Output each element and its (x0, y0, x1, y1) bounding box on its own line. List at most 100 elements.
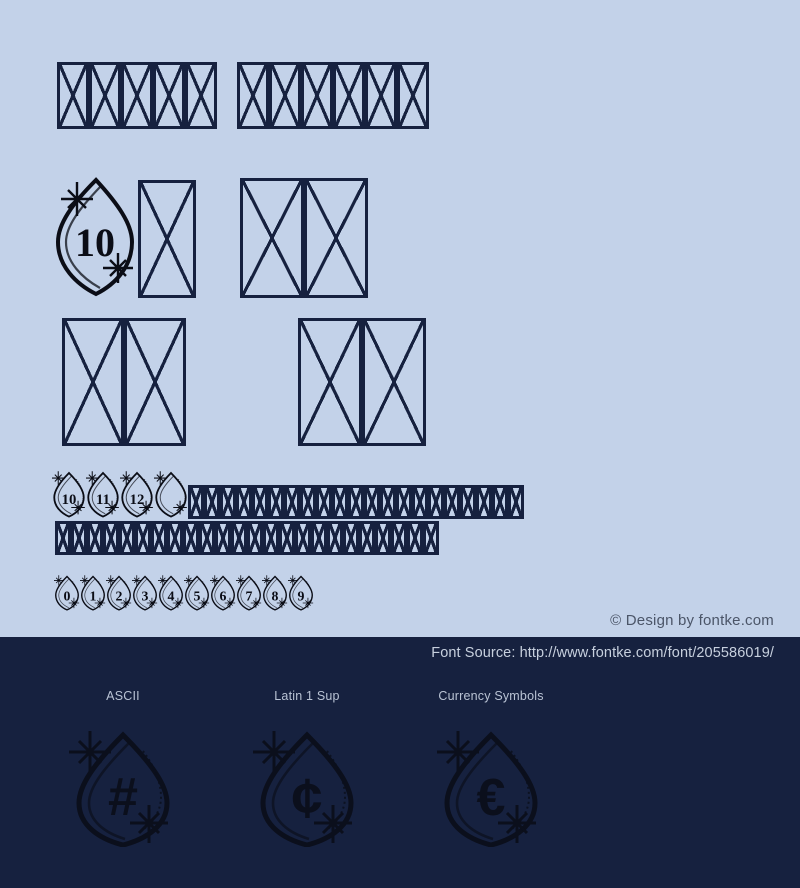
notdef-box (55, 521, 71, 555)
notdef-box (103, 521, 119, 555)
notdef-box (263, 521, 279, 555)
svg-text:8: 8 (272, 588, 279, 603)
notdef-box (124, 318, 186, 446)
notdef-box (295, 521, 311, 555)
notdef-box (365, 62, 397, 129)
svg-text:12: 12 (130, 492, 145, 508)
notdef-box (508, 485, 524, 519)
notdef-box (311, 521, 327, 555)
notdef-box (380, 485, 396, 519)
ornate-glyph-12: 12 (120, 470, 154, 519)
notdef-box (300, 485, 316, 519)
glyph-row-2: 10 (52, 174, 368, 298)
ornate-glyph-10: 10 (52, 470, 86, 519)
notdef-box (284, 485, 300, 519)
svg-text:9: 9 (298, 588, 305, 603)
sample-glyph-label: # (108, 767, 138, 827)
notdef-box-group (62, 318, 186, 446)
ornate-glyph-label: 10 (75, 220, 115, 265)
notdef-box (364, 485, 380, 519)
svg-text:3: 3 (142, 588, 149, 603)
sample-column: # (31, 727, 215, 847)
notdef-box (135, 521, 151, 555)
block-column: ASCII (31, 687, 215, 705)
ornate-glyph-4: 4 (158, 568, 184, 618)
block-label-latin-1-sup: Latin 1 Sup (274, 689, 340, 703)
notdef-box (71, 521, 87, 555)
ornate-glyph-1: 1 (80, 568, 106, 618)
sample-column: € (399, 727, 583, 847)
block-label-ascii: ASCII (106, 689, 140, 703)
unicode-block-samples: # ¢ € (0, 727, 800, 847)
notdef-box (396, 485, 412, 519)
font-source-link[interactable]: Font Source: http://www.fontke.com/font/… (431, 645, 774, 661)
notdef-box (183, 521, 199, 555)
unicode-block-labels: ASCII Latin 1 Sup Currency Symbols (0, 687, 800, 705)
ornate-glyph-7: 7 (236, 568, 262, 618)
ornate-glyph-5: 5 (184, 568, 210, 618)
notdef-box (231, 521, 247, 555)
notdef-box-group (188, 485, 524, 519)
ornate-hash-icon: # (69, 727, 177, 847)
svg-text:4: 4 (168, 588, 175, 603)
ornate-glyph-3: 3 (132, 568, 158, 618)
svg-text:5: 5 (194, 588, 201, 603)
notdef-box (220, 485, 236, 519)
notdef-box (423, 521, 439, 555)
notdef-box-group (57, 62, 217, 129)
ornate-glyph-6: 6 (210, 568, 236, 618)
notdef-box (348, 485, 364, 519)
notdef-box (167, 521, 183, 555)
ornate-glyph-9: 9 (288, 568, 314, 618)
ornate-digit-group: 0 1 2 3 4 5 6 7 8 9 (54, 568, 314, 618)
notdef-box (476, 485, 492, 519)
notdef-box (236, 485, 252, 519)
notdef-box (119, 521, 135, 555)
notdef-box-group (138, 180, 196, 298)
glyph-row-5 (55, 521, 439, 555)
glyph-row-3 (62, 318, 426, 446)
ornate-glyph-2: 2 (106, 568, 132, 618)
notdef-box (252, 485, 268, 519)
notdef-box-group (55, 521, 439, 555)
svg-text:0: 0 (64, 588, 71, 603)
svg-text:2: 2 (116, 588, 123, 603)
notdef-box (57, 62, 89, 129)
glyph-row-1 (57, 62, 429, 129)
notdef-box (316, 485, 332, 519)
notdef-box-group (237, 62, 429, 129)
svg-text:6: 6 (220, 588, 227, 603)
notdef-box (89, 62, 121, 129)
notdef-box (151, 521, 167, 555)
notdef-box (268, 485, 284, 519)
ornate-euro-icon: € (437, 727, 545, 847)
notdef-box (138, 180, 196, 298)
notdef-box (428, 485, 444, 519)
design-credit: © Design by fontke.com (610, 612, 774, 629)
notdef-box (327, 521, 343, 555)
ornate-glyph-0: 0 (54, 568, 80, 618)
font-specimen-page: 10 10 11 12 0 1 2 3 4 5 6 7 8 9 © Design… (0, 0, 800, 888)
sample-column: ¢ (215, 727, 399, 847)
notdef-box (332, 485, 348, 519)
ornate-cent-icon: ¢ (253, 727, 361, 847)
notdef-box (359, 521, 375, 555)
notdef-box (375, 521, 391, 555)
glyph-row-4: 10 11 12 (52, 470, 524, 519)
block-label-currency-symbols: Currency Symbols (438, 689, 544, 703)
notdef-box-group (298, 318, 426, 446)
notdef-box (240, 178, 304, 298)
notdef-box (304, 178, 368, 298)
svg-text:7: 7 (246, 588, 253, 603)
notdef-box (269, 62, 301, 129)
notdef-box (444, 485, 460, 519)
notdef-box (87, 521, 103, 555)
notdef-box (298, 318, 362, 446)
block-column: Latin 1 Sup (215, 687, 399, 705)
notdef-box (343, 521, 359, 555)
ornate-glyph-8: 8 (262, 568, 288, 618)
notdef-box-group (240, 178, 368, 298)
svg-text:11: 11 (96, 492, 110, 508)
notdef-box (362, 318, 426, 446)
notdef-box (460, 485, 476, 519)
